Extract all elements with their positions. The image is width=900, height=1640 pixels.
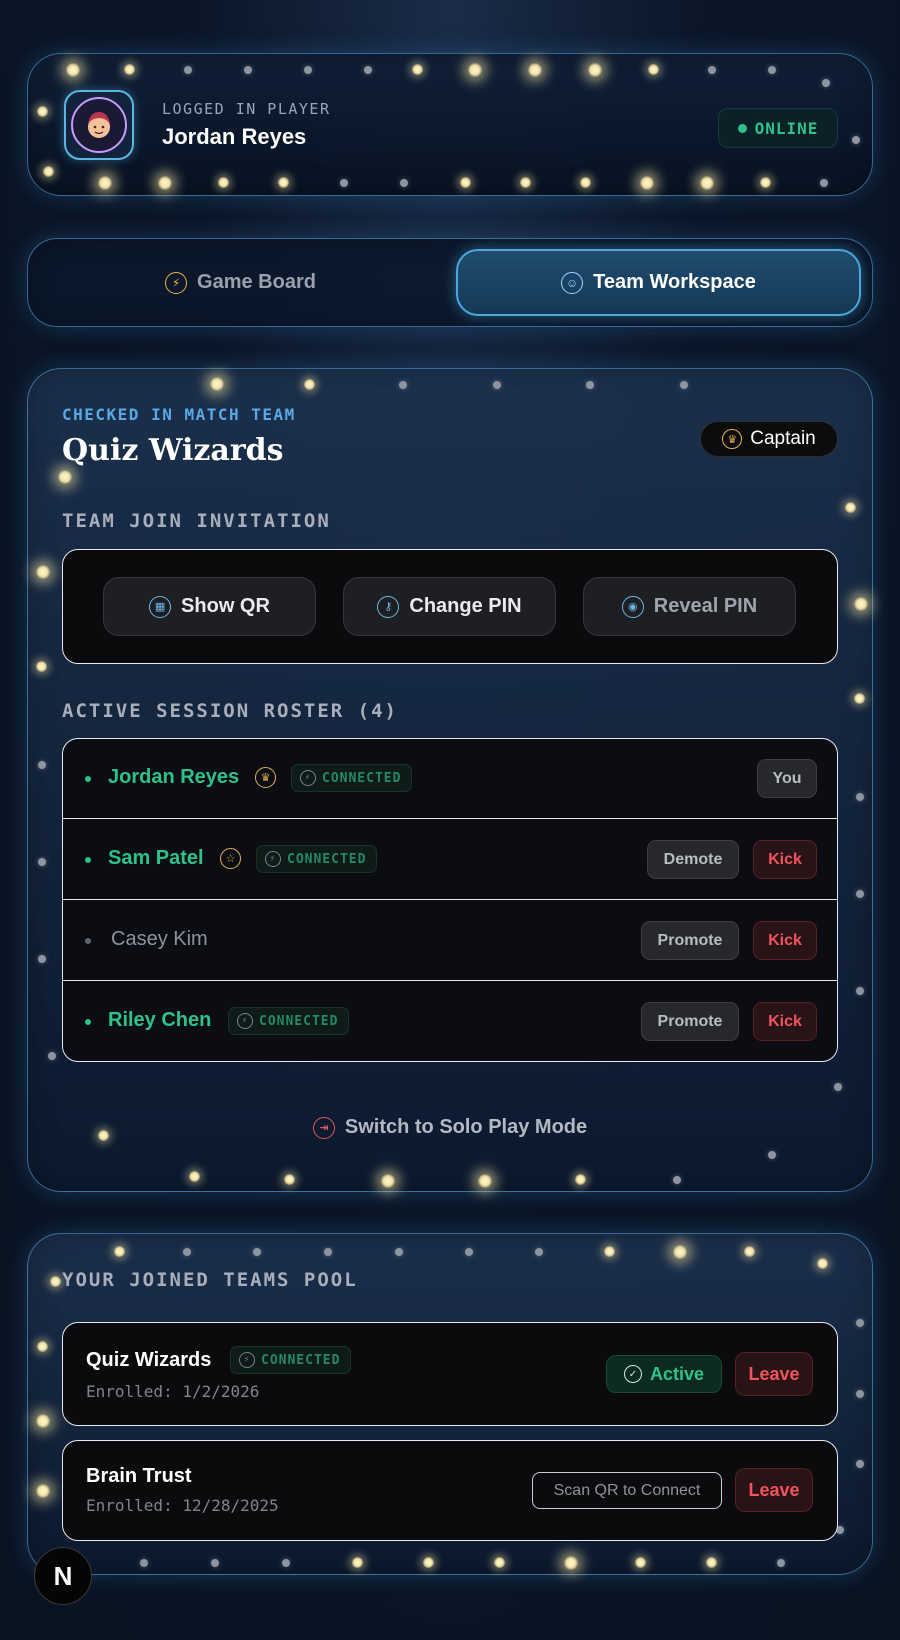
role-badge-label: Captain bbox=[750, 428, 816, 449]
connected-text: CONNECTED bbox=[259, 1013, 339, 1029]
player-label: LOGGED IN PLAYER bbox=[162, 100, 331, 118]
offline-dot-icon bbox=[85, 938, 91, 944]
pool-team-name: Brain Trust bbox=[86, 1465, 192, 1487]
connected-badge: ⚡ CONNECTED bbox=[230, 1346, 352, 1374]
team-workspace-card: CHECKED IN MATCH TEAM Quiz Wizards ♛ Cap… bbox=[27, 368, 873, 1192]
status-text: ONLINE bbox=[754, 118, 819, 138]
member-name: Jordan Reyes bbox=[108, 766, 240, 788]
star-icon: ☆ bbox=[220, 848, 241, 869]
kick-button[interactable]: Kick bbox=[753, 840, 817, 879]
reveal-pin-button[interactable]: ◉ Reveal PIN bbox=[583, 577, 796, 636]
member-name: Riley Chen bbox=[108, 1009, 212, 1031]
joined-teams-pool-card: YOUR JOINED TEAMS POOL Quiz Wizards ⚡ CO… bbox=[27, 1233, 873, 1575]
connected-text: CONNECTED bbox=[287, 851, 367, 867]
connected-badge: ⚡ CONNECTED bbox=[228, 1007, 350, 1035]
connected-text: CONNECTED bbox=[322, 770, 402, 786]
online-dot-icon bbox=[85, 857, 91, 863]
button-label: Show QR bbox=[181, 595, 270, 617]
you-badge: You bbox=[757, 759, 817, 798]
roster-row: Sam Patel ☆ ⚡ CONNECTED Demote Kick bbox=[63, 820, 837, 900]
status-badge: ONLINE bbox=[718, 108, 838, 148]
team-name: Quiz Wizards bbox=[62, 433, 284, 468]
button-label: Change PIN bbox=[409, 595, 522, 617]
roster-row: Jordan Reyes ♛ ⚡ CONNECTED You bbox=[63, 739, 837, 819]
change-pin-button[interactable]: ⚷ Change PIN bbox=[343, 577, 556, 636]
member-name: Casey Kim bbox=[111, 928, 208, 950]
player-header-card: LOGGED IN PLAYER Jordan Reyes ONLINE bbox=[27, 53, 873, 196]
switch-to-solo-link[interactable]: ⇥ Switch to Solo Play Mode bbox=[28, 1116, 872, 1139]
kick-button[interactable]: Kick bbox=[753, 921, 817, 960]
member-name: Sam Patel bbox=[108, 847, 204, 869]
list-item: Brain Trust Enrolled: 12/28/2025 Scan QR… bbox=[62, 1440, 838, 1541]
exit-icon: ⇥ bbox=[312, 1116, 335, 1139]
qr-icon: ▦ bbox=[149, 595, 172, 618]
player-face-icon bbox=[71, 97, 127, 153]
bolt-icon: ⚡ bbox=[239, 1352, 255, 1368]
key-icon: ⚷ bbox=[377, 595, 400, 618]
tab-label: Team Workspace bbox=[593, 271, 756, 293]
role-badge: ♛ Captain bbox=[700, 421, 838, 457]
tab-game-board[interactable]: ⚡ Game Board bbox=[38, 249, 443, 316]
leave-button[interactable]: Leave bbox=[735, 1468, 813, 1512]
roster-row: Casey Kim Promote Kick bbox=[63, 901, 837, 981]
enrolled-date: Enrolled: 12/28/2025 bbox=[86, 1496, 279, 1515]
roster-section-title: ACTIVE SESSION ROSTER (4) bbox=[62, 700, 398, 722]
tab-team-workspace[interactable]: ☺ Team Workspace bbox=[456, 249, 861, 316]
player-name: Jordan Reyes bbox=[162, 124, 307, 149]
crown-icon: ♛ bbox=[722, 429, 743, 449]
crown-icon: ♛ bbox=[255, 767, 276, 788]
kick-button[interactable]: Kick bbox=[753, 1002, 817, 1041]
bolt-icon: ⚡ bbox=[237, 1013, 253, 1029]
scan-qr-button[interactable]: Scan QR to Connect bbox=[532, 1472, 722, 1509]
view-tab-switcher: ⚡ Game Board ☺ Team Workspace bbox=[27, 238, 873, 327]
connected-badge: ⚡ CONNECTED bbox=[291, 764, 413, 792]
active-badge: ✓ Active bbox=[606, 1355, 722, 1393]
tab-label: Game Board bbox=[197, 271, 316, 293]
eye-icon: ◉ bbox=[621, 595, 644, 618]
show-qr-button[interactable]: ▦ Show QR bbox=[103, 577, 316, 636]
connected-text: CONNECTED bbox=[261, 1352, 341, 1368]
promote-button[interactable]: Promote bbox=[641, 921, 739, 960]
bolt-icon: ⚡ bbox=[300, 770, 316, 786]
online-dot-icon bbox=[85, 1019, 91, 1025]
pool-team-name: Quiz Wizards bbox=[86, 1349, 212, 1371]
roster-list: Jordan Reyes ♛ ⚡ CONNECTED You Sam Patel… bbox=[62, 738, 838, 1062]
avatar[interactable] bbox=[64, 90, 134, 160]
online-dot-icon bbox=[737, 123, 747, 133]
demote-button[interactable]: Demote bbox=[647, 840, 739, 879]
team-kicker: CHECKED IN MATCH TEAM bbox=[62, 405, 296, 424]
list-item: Quiz Wizards ⚡ CONNECTED Enrolled: 1/2/2… bbox=[62, 1322, 838, 1426]
connected-badge: ⚡ CONNECTED bbox=[256, 845, 378, 873]
online-dot-icon bbox=[85, 776, 91, 782]
solo-link-label: Switch to Solo Play Mode bbox=[344, 1116, 588, 1138]
invite-section-title: TEAM JOIN INVITATION bbox=[62, 510, 331, 532]
roster-row: Riley Chen ⚡ CONNECTED Promote Kick bbox=[63, 982, 837, 1061]
enrolled-date: Enrolled: 1/2/2026 bbox=[86, 1382, 260, 1401]
promote-button[interactable]: Promote bbox=[641, 1002, 739, 1041]
active-text: Active bbox=[649, 1363, 705, 1384]
bolt-icon: ⚡ bbox=[165, 271, 188, 294]
team-icon: ☺ bbox=[561, 271, 584, 294]
leave-button[interactable]: Leave bbox=[735, 1352, 813, 1396]
bolt-icon: ⚡ bbox=[265, 851, 281, 867]
button-label: Reveal PIN bbox=[653, 595, 758, 617]
app-logo-button[interactable]: N bbox=[34, 1547, 92, 1605]
check-icon: ✓ bbox=[623, 1365, 642, 1383]
invite-panel: ▦ Show QR ⚷ Change PIN ◉ Reveal PIN bbox=[62, 549, 838, 664]
pool-section-title: YOUR JOINED TEAMS POOL bbox=[62, 1269, 358, 1291]
